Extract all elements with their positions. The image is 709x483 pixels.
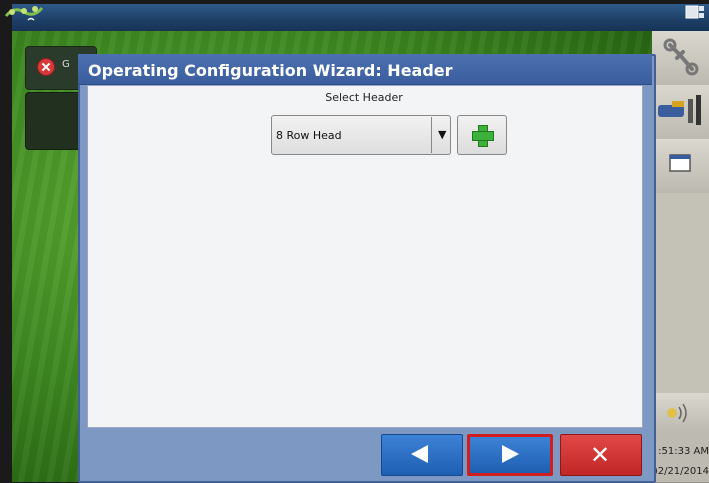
sidebar-item-wrench[interactable] xyxy=(652,31,709,86)
dropdown-divider xyxy=(431,117,432,153)
gps-satellite-icon[interactable] xyxy=(2,2,46,24)
sound-icon xyxy=(667,403,687,423)
header-select-value: 8 Row Head xyxy=(276,129,342,142)
screen-icon[interactable] xyxy=(685,4,705,22)
sidebar-item-sound[interactable] xyxy=(652,393,709,434)
error-icon xyxy=(37,58,55,76)
clock-time: :51:33 AM xyxy=(658,446,709,457)
wrench-icon xyxy=(663,38,699,76)
sidebar-item-window[interactable] xyxy=(652,139,709,194)
select-header-label: Select Header xyxy=(325,91,403,104)
arrow-left-icon xyxy=(411,445,428,463)
sidebar-item-tools[interactable] xyxy=(652,85,709,140)
dialog-title: Operating Configuration Wizard: Header xyxy=(88,61,453,80)
notification-text: G xyxy=(62,59,70,70)
chevron-down-icon[interactable]: ▼ xyxy=(438,128,446,141)
close-icon: ✕ xyxy=(589,441,611,469)
clock-date: )2/21/2014 xyxy=(653,466,709,477)
sidebar-empty-area xyxy=(652,193,709,394)
tools-icon xyxy=(658,95,701,125)
window-icon xyxy=(669,154,691,172)
top-status-bar xyxy=(12,4,709,32)
arrow-right-icon xyxy=(502,445,519,463)
